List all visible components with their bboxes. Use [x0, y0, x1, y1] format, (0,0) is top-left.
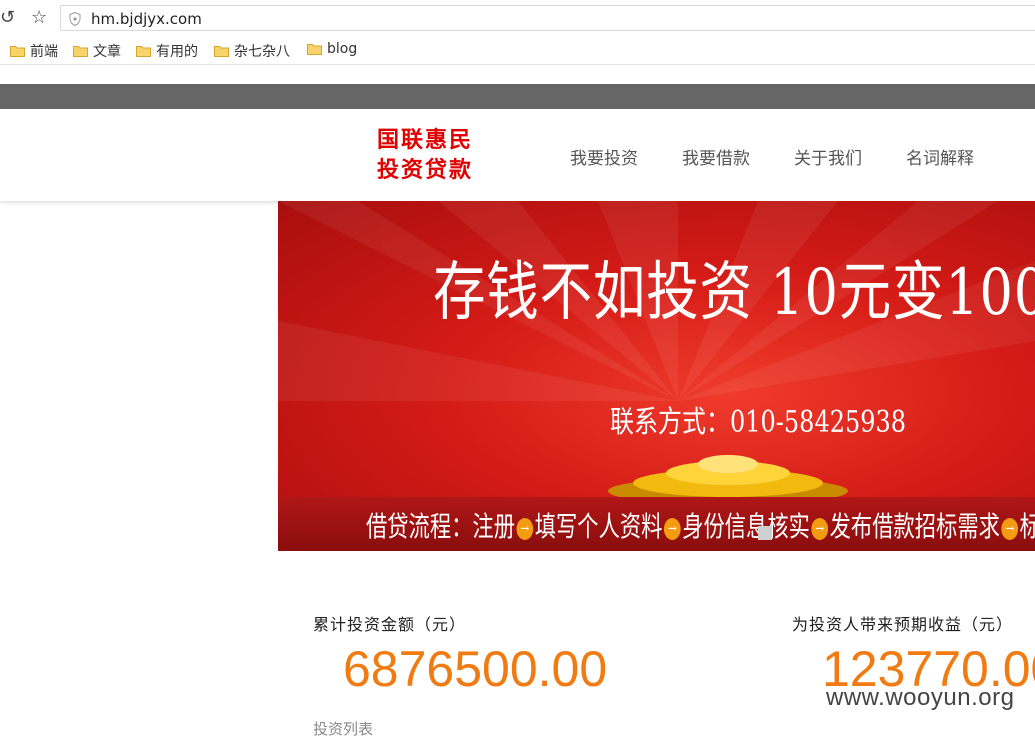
banner-contact: 联系方式：010-58425938 — [610, 405, 907, 440]
site-header: 国联惠民 投资贷款 我要投资 我要借款 关于我们 名词解释 — [0, 109, 1035, 201]
bookmark-label: 杂七杂八 — [234, 44, 290, 60]
bookmarks-bar: 前端 文章 有用的 杂七杂八 blog — [0, 36, 1035, 65]
watermark: www.wooyun.org — [826, 684, 1015, 711]
logo-line-1: 国联惠民 — [377, 127, 474, 153]
process-step: 填写个人资料 — [534, 510, 663, 543]
bookmark-item[interactable]: blog — [307, 41, 357, 57]
bookmark-label: blog — [327, 41, 358, 57]
arrow-right-icon: → — [516, 518, 534, 540]
bookmark-label: 文章 — [93, 44, 121, 60]
bookmark-item[interactable]: 前端 — [10, 41, 58, 61]
reload-icon[interactable]: ↺ — [0, 9, 15, 27]
invest-list-heading: 投资列表 — [313, 720, 374, 738]
expected-income-label: 为投资人带来预期收益（元） — [792, 615, 1014, 634]
nav-borrow[interactable]: 我要借款 — [682, 144, 750, 169]
process-step: 标满，信息 — [1020, 510, 1035, 543]
bookmark-item[interactable]: 文章 — [73, 41, 121, 61]
hero-banner[interactable]: 存钱不如投资 10元变1000元 联系方式：010-58425938 借贷流程：… — [278, 201, 1035, 551]
loan-process-text: 借贷流程：注册→填写个人资料→身份信息核实→发布借款招标需求→标满，信息 — [366, 505, 1035, 545]
bookmark-item[interactable]: 有用的 — [136, 41, 198, 61]
folder-icon — [307, 43, 322, 55]
nav-about[interactable]: 关于我们 — [794, 144, 862, 169]
folder-icon — [214, 45, 229, 57]
process-label: 借贷流程： — [366, 510, 473, 543]
folder-icon — [136, 45, 151, 57]
nav-invest[interactable]: 我要投资 — [570, 144, 638, 169]
bookmark-label: 前端 — [30, 44, 58, 60]
loan-process-bar: 借贷流程：注册→填写个人资料→身份信息核实→发布借款招标需求→标满，信息 — [278, 497, 1035, 551]
process-step: 身份信息核实 — [682, 510, 810, 543]
browser-toolbar: ↺ ☆ hm.bjdjyx.com — [0, 0, 1035, 36]
slider-indicator[interactable] — [758, 526, 772, 540]
total-invest-label: 累计投资金额（元） — [313, 615, 467, 634]
url-text[interactable]: hm.bjdjyx.com — [91, 10, 202, 28]
star-icon[interactable]: ☆ — [31, 9, 47, 27]
bookmark-item[interactable]: 杂七杂八 — [214, 41, 290, 61]
process-step: 发布借款招标需求 — [829, 510, 1000, 543]
site-logo[interactable]: 国联惠民 投资贷款 — [377, 125, 473, 185]
arrow-right-icon: → — [663, 518, 681, 540]
address-bar[interactable]: hm.bjdjyx.com — [60, 5, 1035, 31]
banner-headline: 存钱不如投资 10元变1000元 — [433, 256, 1035, 330]
coins-image — [608, 455, 848, 499]
logo-line-2: 投资贷款 — [377, 157, 474, 183]
folder-icon — [10, 45, 25, 57]
arrow-right-icon: → — [811, 518, 829, 540]
arrow-right-icon: → — [1001, 518, 1019, 540]
folder-icon — [73, 45, 88, 57]
nav-glossary[interactable]: 名词解释 — [906, 144, 974, 169]
bookmark-label: 有用的 — [156, 44, 198, 60]
shield-icon — [69, 11, 81, 27]
top-strip — [0, 84, 1035, 109]
total-invest-value: 6876500.00 — [343, 641, 608, 697]
process-step: 注册 — [472, 510, 515, 543]
